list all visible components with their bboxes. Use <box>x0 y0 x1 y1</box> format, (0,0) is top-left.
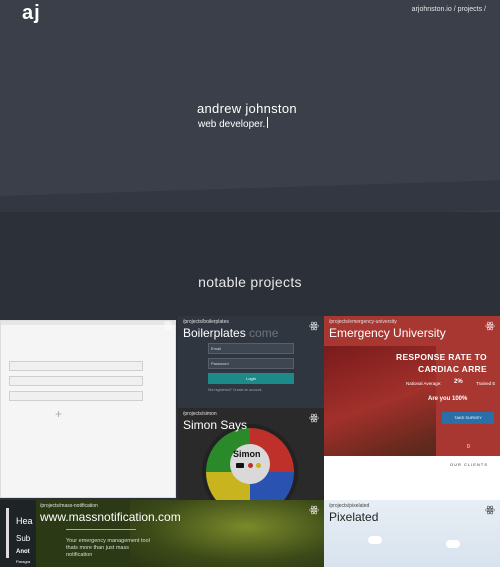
simon-center: Simon <box>230 444 270 484</box>
react-icon <box>309 321 319 331</box>
register-link: Not registered? Create an account <box>208 388 262 392</box>
headline-line-1: RESPONSE RATE TO <box>396 352 487 362</box>
plus-icon: + <box>55 407 63 421</box>
tile-title-text: Boilerplates <box>183 326 246 340</box>
form-row <box>9 376 143 386</box>
national-average-label: National Average: <box>406 381 442 386</box>
side-subheading: Sub <box>16 534 31 543</box>
tile-title: Pixelated <box>329 510 379 524</box>
project-tile-boilerplates[interactable]: /projects/boilerplates Boilerplates come… <box>178 316 324 408</box>
hero-role-text: web developer. <box>198 119 266 130</box>
tile-title: Emergency University <box>329 326 446 340</box>
tile-toolbar <box>1 321 175 325</box>
tile-path: /projects/pixelated <box>329 503 370 509</box>
breadcrumb[interactable]: arjohnston.io / projects / <box>412 6 486 13</box>
tile-path: /projects/emergency-university <box>329 319 397 325</box>
tile-path: /projects/simon <box>183 411 217 417</box>
email-field: Email <box>208 343 294 354</box>
typing-caret <box>267 117 269 128</box>
password-field: Password <box>208 358 294 369</box>
project-tile-form[interactable]: + <box>0 320 176 498</box>
form-row <box>9 391 143 401</box>
tile-description: Your emergency management tool thats mor… <box>66 538 150 558</box>
trained-label: Trained E <box>476 381 496 386</box>
side-another: Anot <box>16 549 30 555</box>
tile-path: /projects/boilerplates <box>183 319 229 325</box>
hero-name: andrew johnston <box>197 101 297 116</box>
clients-label: OUR CLIENTS <box>450 462 488 467</box>
simon-board: Simon <box>202 424 298 500</box>
clients-strip: OUR CLIENTS <box>324 456 500 500</box>
tile-title-ghost: come <box>249 326 279 340</box>
login-button: Login <box>208 373 294 384</box>
tile-title: Boilerplates come <box>183 326 278 340</box>
headline-line-2: CARDIAC ARRE <box>418 364 487 374</box>
cloud-icon <box>446 540 460 548</box>
project-tile-mass-notification[interactable]: Hea Sub Anot Paragra /projects/mass-noti… <box>0 500 324 567</box>
form-row <box>9 361 143 371</box>
project-tile-emergency-university[interactable]: /projects/emergency-university Emergency… <box>324 316 500 500</box>
project-tile-pixelated[interactable]: /projects/pixelated Pixelated <box>324 500 500 567</box>
take-survey-button: TAKE SURVEY <box>442 412 494 424</box>
cloud-icon <box>368 536 382 544</box>
react-icon <box>485 321 495 331</box>
section-title: notable projects <box>198 274 302 290</box>
side-paragraph: Paragra <box>16 559 31 564</box>
hero-role: web developer. <box>198 117 269 130</box>
site-logo[interactable]: aj <box>22 2 41 25</box>
react-icon <box>163 321 173 330</box>
national-average-value: 2% <box>454 379 463 385</box>
tile-title: Simon Says <box>183 418 248 432</box>
side-preview: Hea Sub Anot Paragra <box>0 500 36 567</box>
projects-header-band <box>0 212 500 317</box>
title-underline <box>66 529 136 530</box>
react-icon <box>309 413 319 423</box>
project-tile-simon[interactable]: Simon /projects/simon Simon Says <box>178 408 324 500</box>
counter-value: 0 <box>467 444 470 450</box>
side-bar <box>6 508 9 558</box>
simon-counter <box>236 463 244 468</box>
react-icon <box>485 505 495 515</box>
simon-start <box>248 463 253 468</box>
simon-logo: Simon <box>233 449 261 459</box>
simon-strict <box>256 463 261 468</box>
side-heading: Hea <box>16 516 33 526</box>
question-text: Are you 100% <box>428 396 468 402</box>
react-icon <box>309 505 319 515</box>
tile-path: /projects/mass-notification <box>40 503 98 509</box>
tile-title: www.massnotification.com <box>40 510 181 524</box>
